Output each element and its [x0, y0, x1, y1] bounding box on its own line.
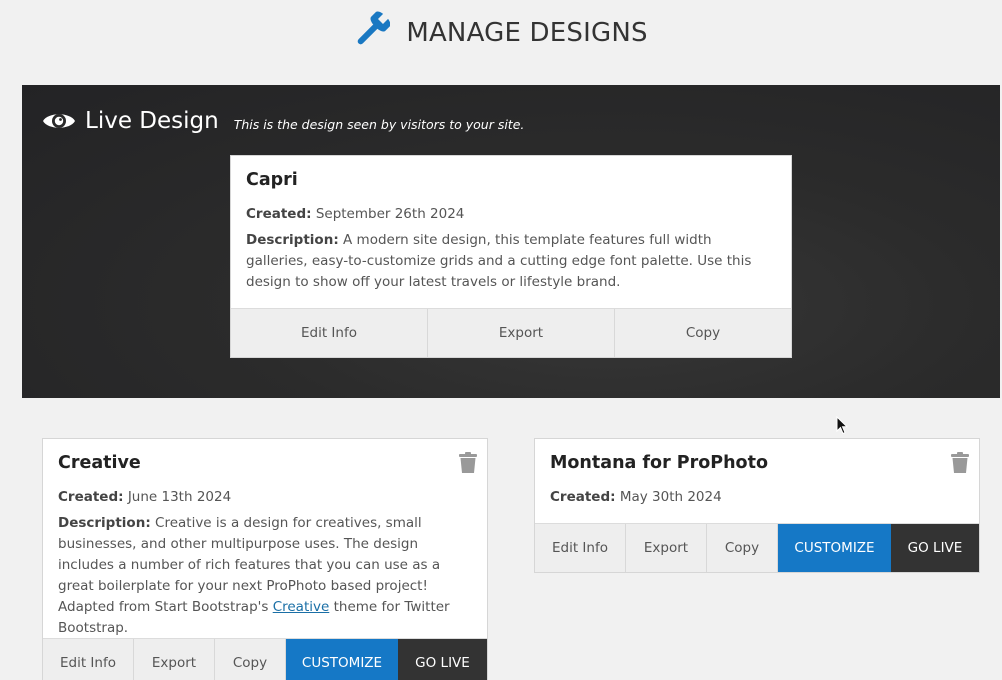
live-design-subtitle: This is the design seen by visitors to y… [233, 116, 525, 132]
design-name: Montana for ProPhoto [550, 453, 768, 473]
created-label: Created: [58, 489, 124, 505]
edit-info-button[interactable]: Edit Info [535, 524, 626, 572]
description-label: Description: [246, 232, 339, 248]
live-design-header: Live Design This is the design seen by v… [42, 105, 524, 137]
description-label: Description: [58, 515, 151, 531]
design-name: Capri [246, 170, 298, 190]
design-description: Description: Creative is a design for cr… [58, 513, 472, 639]
created-date: June 13th 2024 [127, 489, 232, 505]
design-created: Created: September 26th 2024 [246, 204, 776, 225]
trash-icon[interactable] [459, 452, 477, 473]
created-date: September 26th 2024 [315, 206, 465, 222]
live-design-card: Capri Created: September 26th 2024 Descr… [230, 155, 792, 358]
created-label: Created: [550, 489, 616, 505]
eye-icon [43, 114, 75, 128]
wrench-icon [357, 11, 391, 45]
mouse-cursor-icon [836, 416, 848, 435]
edit-info-button[interactable]: Edit Info [231, 309, 428, 357]
design-created: Created: May 30th 2024 [550, 487, 964, 508]
customize-button[interactable]: CUSTOMIZE [286, 639, 398, 680]
copy-button[interactable]: Copy [615, 309, 791, 357]
created-date: May 30th 2024 [619, 489, 722, 505]
page-header: MANAGE DESIGNS [0, 8, 1002, 58]
creative-link[interactable]: Creative [273, 599, 330, 615]
export-button[interactable]: Export [134, 639, 215, 680]
copy-button[interactable]: Copy [215, 639, 286, 680]
edit-info-button[interactable]: Edit Info [43, 639, 134, 680]
design-actions: Edit Info Export Copy [231, 308, 791, 357]
design-actions: Edit Info Export Copy CUSTOMIZE GO LIVE [535, 523, 979, 572]
created-label: Created: [246, 206, 312, 222]
design-name: Creative [58, 453, 141, 473]
go-live-button[interactable]: GO LIVE [891, 524, 979, 572]
design-card-montana: Montana for ProPhoto Created: May 30th 2… [534, 438, 980, 573]
export-button[interactable]: Export [626, 524, 707, 572]
design-description: Description: A modern site design, this … [246, 230, 776, 293]
trash-icon[interactable] [951, 452, 969, 473]
design-actions: Edit Info Export Copy CUSTOMIZE GO LIVE [43, 638, 487, 680]
design-created: Created: June 13th 2024 [58, 487, 472, 508]
live-design-title: Live Design [85, 108, 219, 134]
go-live-button[interactable]: GO LIVE [398, 639, 487, 680]
design-card-creative: Creative Created: June 13th 2024 Descrip… [42, 438, 488, 680]
copy-button[interactable]: Copy [707, 524, 778, 572]
customize-button[interactable]: CUSTOMIZE [778, 524, 891, 572]
export-button[interactable]: Export [428, 309, 615, 357]
page-title: MANAGE DESIGNS [406, 18, 648, 48]
